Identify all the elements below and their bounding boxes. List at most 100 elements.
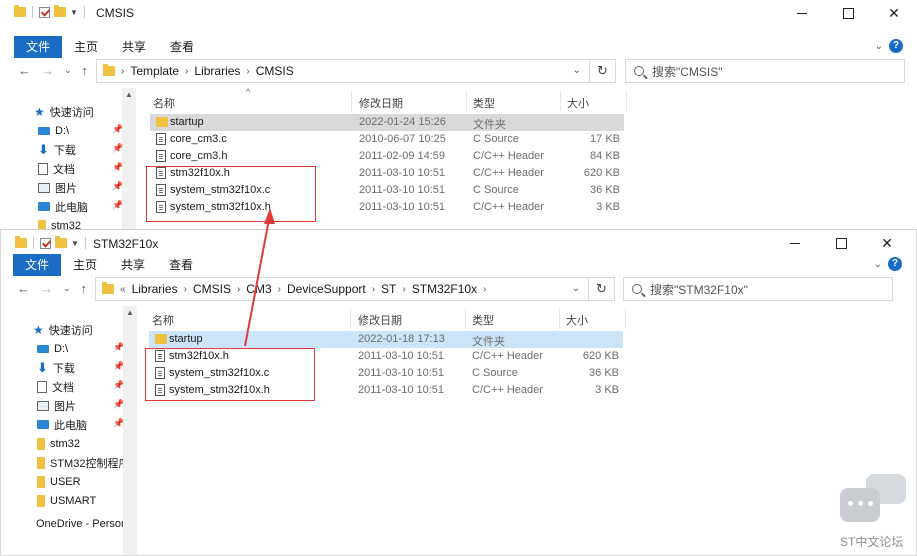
breadcrumb-item[interactable]: DeviceSupport	[287, 282, 366, 296]
back-button[interactable]: ←	[17, 281, 30, 296]
tab-view[interactable]: 查看	[158, 36, 206, 58]
folder-icon	[37, 494, 45, 507]
recent-locations-button[interactable]: ⌄	[63, 283, 71, 294]
scroll-up-icon[interactable]: ▲	[126, 308, 134, 317]
search-input[interactable]: 搜索"CMSIS"	[652, 63, 723, 80]
title-bar: ▼ STM32F10x ✕	[1, 230, 916, 256]
forward-button[interactable]: →	[41, 63, 54, 78]
navigation-pane: ★ 快速访问 D:\ ⬇ 下载 文档 图片 此电脑 stm32 📌 📌 📌 📌 …	[14, 88, 138, 240]
breadcrumb-item[interactable]: CMSIS	[193, 282, 231, 296]
breadcrumb-item[interactable]: CM3	[246, 282, 271, 296]
expand-ribbon-icon[interactable]: ⌄	[874, 259, 882, 270]
up-button[interactable]: ↑	[81, 281, 88, 296]
tab-share[interactable]: 共享	[110, 36, 158, 58]
search-box[interactable]: 搜索"STM32F10x"	[623, 277, 893, 301]
navigation-bar: ← → ⌄ ↑ « Libraries › CMSIS › CM3 › Devi…	[1, 274, 916, 304]
quick-access-toolbar: ▼	[15, 236, 88, 249]
tab-file[interactable]: 文件	[13, 254, 62, 276]
navigation-pane: ★ 快速访问 D:\ ⬇ 下载 文档 图片 此电脑 stm32 STM32控制程…	[15, 306, 139, 555]
column-size[interactable]: 大小	[566, 312, 588, 328]
folder-icon	[155, 334, 167, 344]
close-button[interactable]: ✕	[864, 230, 910, 256]
maximize-button[interactable]	[818, 230, 864, 256]
highlight-box	[146, 166, 316, 222]
folder-icon	[37, 437, 45, 450]
folder-icon	[103, 64, 115, 76]
file-row-startup[interactable]: startup 2022-01-24 15:26 文件夹	[150, 114, 624, 131]
search-icon	[632, 284, 642, 294]
picture-icon	[37, 400, 49, 411]
quick-access-toolbar: ▼	[14, 5, 87, 18]
column-name[interactable]: 名称	[152, 312, 174, 328]
sidebar-item-onedrive[interactable]: OneDrive - Personal	[31, 514, 123, 533]
breadcrumb-item[interactable]: STM32F10x	[412, 282, 477, 296]
explorer-window-cmsis: ▼ CMSIS ✕ 文件 主页 共享 查看 ⌄ ? ← → ⌄ ↑ › Temp…	[0, 0, 917, 240]
address-bar[interactable]: › Template › Libraries › CMSIS ⌄ ↻	[96, 59, 616, 83]
file-row-startup[interactable]: startup 2022-01-18 17:13 文件夹	[149, 331, 623, 348]
download-icon: ⬇	[38, 141, 49, 157]
file-row[interactable]: core_cm3.c 2010-06-07 10:25 C Source 17 …	[150, 131, 624, 148]
forward-button[interactable]: →	[40, 281, 53, 296]
window-title: STM32F10x	[93, 237, 159, 251]
breadcrumb-overflow[interactable]: «	[120, 284, 126, 295]
column-date[interactable]: 修改日期	[358, 312, 402, 328]
close-button[interactable]: ✕	[871, 0, 917, 26]
up-button[interactable]: ↑	[82, 63, 89, 78]
sidebar-scrollbar[interactable]: ▲	[123, 306, 137, 555]
column-type[interactable]: 类型	[473, 95, 495, 111]
new-folder-icon[interactable]	[54, 5, 66, 17]
maximize-button[interactable]	[825, 0, 871, 26]
computer-icon	[38, 202, 50, 211]
tab-home[interactable]: 主页	[62, 36, 110, 58]
address-bar[interactable]: « Libraries › CMSIS › CM3 › DeviceSuppor…	[95, 277, 615, 301]
tab-share[interactable]: 共享	[109, 254, 157, 276]
breadcrumb-item[interactable]: Libraries	[132, 282, 178, 296]
minimize-button[interactable]	[779, 0, 825, 26]
tab-file[interactable]: 文件	[14, 36, 63, 58]
column-date[interactable]: 修改日期	[359, 95, 403, 111]
new-folder-icon[interactable]	[55, 236, 67, 248]
help-icon[interactable]: ?	[888, 257, 902, 271]
customize-dropdown-icon[interactable]: ▼	[70, 8, 78, 17]
explorer-window-stm32f10x: ▼ STM32F10x ✕ 文件 主页 共享 查看 ⌄ ? ← → ⌄ ↑ « …	[0, 229, 917, 556]
window-controls: ✕	[772, 230, 910, 256]
column-headers: 名称 修改日期 类型 大小	[147, 309, 627, 329]
recent-locations-button[interactable]: ⌄	[64, 65, 72, 76]
document-icon	[38, 162, 48, 175]
address-dropdown-icon[interactable]: ⌄	[573, 65, 581, 76]
picture-icon	[38, 182, 50, 193]
folder-icon	[14, 5, 26, 17]
computer-icon	[37, 420, 49, 429]
file-row[interactable]: core_cm3.h 2011-02-09 14:59 C/C++ Header…	[150, 148, 624, 165]
download-icon: ⬇	[37, 359, 48, 375]
search-box[interactable]: 搜索"CMSIS"	[625, 59, 905, 83]
breadcrumb-item[interactable]: CMSIS	[256, 64, 294, 78]
watermark-text: ST中文论坛	[840, 535, 904, 549]
column-type[interactable]: 类型	[472, 312, 494, 328]
properties-icon[interactable]	[40, 237, 51, 249]
scroll-up-icon[interactable]: ▲	[125, 90, 133, 99]
help-icon[interactable]: ?	[889, 39, 903, 53]
minimize-button[interactable]	[772, 230, 818, 256]
customize-dropdown-icon[interactable]: ▼	[71, 239, 79, 248]
sidebar-scrollbar[interactable]: ▲	[122, 88, 136, 240]
search-input[interactable]: 搜索"STM32F10x"	[650, 281, 748, 298]
folder-icon	[15, 236, 27, 248]
document-icon	[37, 380, 47, 393]
breadcrumb-item[interactable]: ST	[381, 282, 396, 296]
breadcrumb-item[interactable]: Template	[130, 64, 179, 78]
properties-icon[interactable]	[39, 6, 50, 18]
column-size[interactable]: 大小	[567, 95, 589, 111]
back-button[interactable]: ←	[18, 63, 31, 78]
tab-view[interactable]: 查看	[157, 254, 205, 276]
column-name[interactable]: 名称	[153, 95, 175, 111]
expand-ribbon-icon[interactable]: ⌄	[875, 41, 883, 52]
breadcrumb-item[interactable]: Libraries	[194, 64, 240, 78]
drive-icon	[38, 126, 50, 135]
address-dropdown-icon[interactable]: ⌄	[572, 283, 580, 294]
tab-home[interactable]: 主页	[61, 254, 109, 276]
title-bar: ▼ CMSIS ✕	[0, 0, 917, 26]
refresh-button[interactable]: ↻	[589, 60, 615, 82]
refresh-button[interactable]: ↻	[588, 278, 614, 300]
chat-bubble-logo	[840, 474, 906, 530]
